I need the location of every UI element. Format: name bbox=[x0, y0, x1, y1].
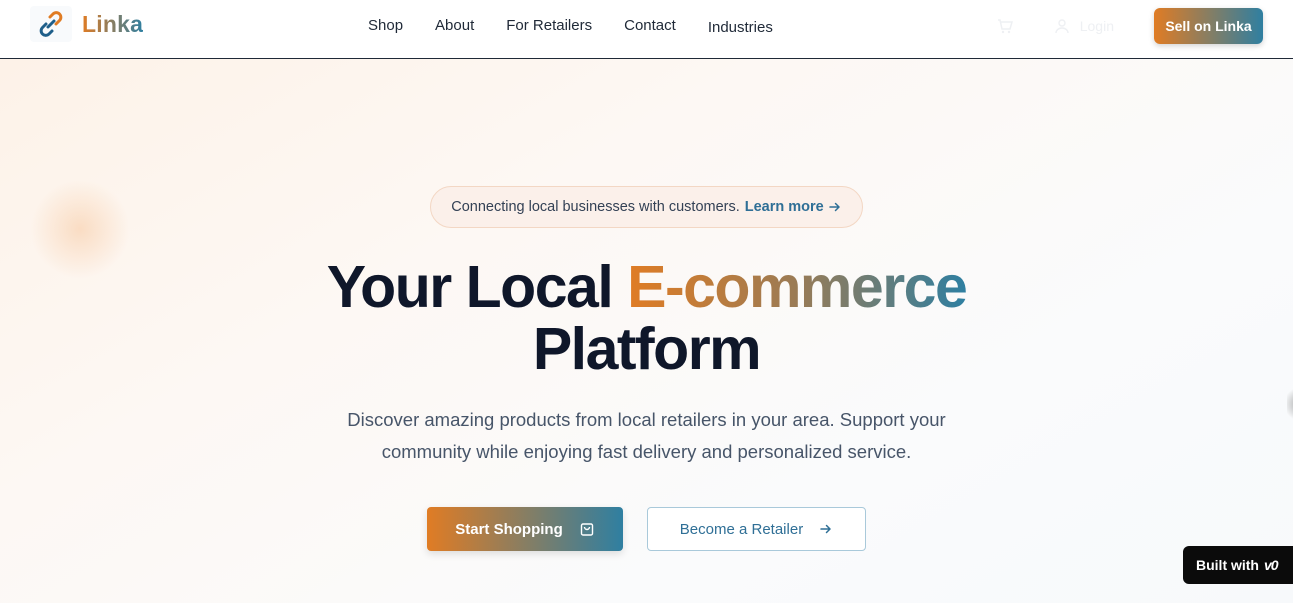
arrow-right-icon bbox=[820, 524, 831, 534]
brand-name: Linka bbox=[82, 10, 144, 37]
built-with-v0-badge[interactable]: Built with v0 bbox=[1183, 546, 1293, 584]
nav-for-retailers[interactable]: For Retailers bbox=[506, 17, 592, 36]
nav-contact[interactable]: Contact bbox=[624, 17, 676, 36]
learn-more-link[interactable]: Learn more bbox=[745, 199, 842, 215]
announcement-pill: Connecting local businesses with custome… bbox=[430, 186, 863, 228]
nav-industries[interactable]: Industries bbox=[708, 19, 773, 36]
hero-subtitle: Discover amazing products from local ret… bbox=[347, 409, 946, 462]
site-header: Linka Shop About For Retailers Contact I… bbox=[0, 0, 1293, 59]
shopping-bag-icon bbox=[580, 523, 593, 536]
v0-logo-icon: v0 bbox=[1264, 557, 1279, 573]
learn-more-label: Learn more bbox=[744, 199, 824, 215]
page: Linka Shop About For Retailers Contact I… bbox=[0, 0, 1293, 603]
headline-line2: Platform bbox=[532, 316, 762, 382]
headline-plain: Your Local bbox=[326, 254, 628, 320]
become-retailer-button[interactable]: Become a Retailer bbox=[647, 507, 866, 551]
main-nav: Shop About For Retailers Contact Industr… bbox=[368, 17, 805, 36]
login-link[interactable]: Login bbox=[1054, 18, 1114, 34]
built-with-label: Built with bbox=[1196, 557, 1259, 573]
nav-shop[interactable]: Shop bbox=[368, 17, 403, 36]
nav-about[interactable]: About bbox=[435, 17, 474, 36]
announcement-text: Connecting local businesses with custome… bbox=[451, 199, 740, 215]
sell-on-linka-button[interactable]: Sell on Linka bbox=[1154, 8, 1263, 44]
brand-logo[interactable]: Linka bbox=[30, 6, 143, 42]
headline-gradient: E-commerce bbox=[627, 254, 968, 320]
become-retailer-label: Become a Retailer bbox=[679, 520, 804, 538]
header-actions: Login Sell on Linka bbox=[996, 8, 1263, 44]
user-icon bbox=[1055, 19, 1069, 34]
decorative-edge-shadow bbox=[1287, 384, 1293, 424]
hero-headline: Your Local E-commerce Platform bbox=[0, 256, 1293, 380]
login-label: Login bbox=[1079, 18, 1114, 34]
start-shopping-label: Start Shopping bbox=[455, 520, 563, 538]
start-shopping-button[interactable]: Start Shopping bbox=[427, 507, 623, 551]
arrow-right-icon bbox=[829, 202, 840, 212]
chain-link-icon bbox=[30, 6, 72, 42]
cart-icon[interactable] bbox=[996, 17, 1014, 35]
